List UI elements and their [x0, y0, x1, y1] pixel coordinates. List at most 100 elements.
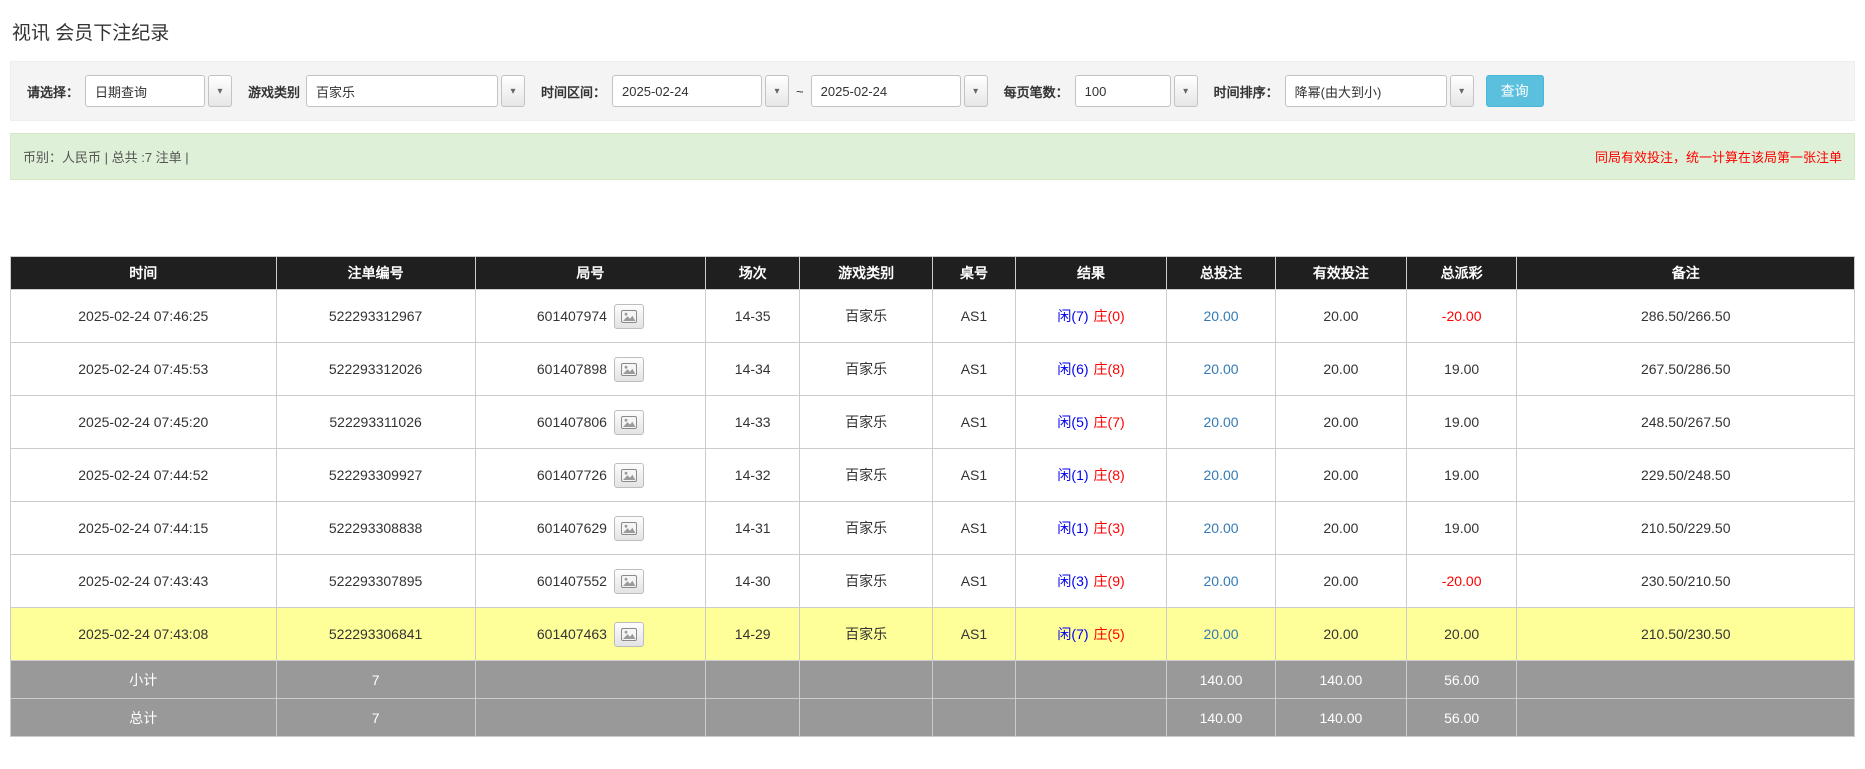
date-to-picker: ▾	[811, 75, 988, 107]
cell-note: 248.50/267.50	[1517, 396, 1855, 449]
cell-payout: 20.00	[1406, 608, 1517, 661]
game-type-combobox: ▾	[306, 75, 525, 107]
cell-round: 601407974	[475, 290, 706, 343]
total-bet-link[interactable]: 20.00	[1204, 467, 1239, 483]
page-title: 视讯 会员下注纪录	[12, 18, 1855, 45]
summary-cell	[1517, 661, 1855, 699]
summary-cell: 140.00	[1167, 661, 1276, 699]
chevron-down-icon[interactable]: ▾	[1174, 75, 1198, 107]
total-bet-link[interactable]: 20.00	[1204, 520, 1239, 536]
total-bet-link[interactable]: 20.00	[1204, 361, 1239, 377]
cell-game-type: 百家乐	[800, 608, 933, 661]
cell-game-type: 百家乐	[800, 343, 933, 396]
cell-bet-id: 522293309927	[276, 449, 475, 502]
cell-table-number: AS1	[932, 396, 1015, 449]
summary-cell	[706, 699, 800, 737]
cell-result: 闲(7)庄(5)	[1015, 608, 1166, 661]
cell-total-bet: 20.00	[1167, 290, 1276, 343]
cell-time: 2025-02-24 07:45:20	[11, 396, 277, 449]
cell-round: 601407898	[475, 343, 706, 396]
page-size-input[interactable]	[1075, 75, 1171, 107]
range-separator: ~	[796, 84, 804, 99]
date-from-input[interactable]	[612, 75, 762, 107]
round-number: 601407629	[537, 520, 607, 536]
column-header: 结果	[1015, 257, 1166, 290]
cell-note: 286.50/266.50	[1517, 290, 1855, 343]
result-player: 闲(5)	[1057, 414, 1088, 430]
chevron-down-icon[interactable]: ▾	[208, 75, 232, 107]
cell-valid-bet: 20.00	[1275, 555, 1406, 608]
summary-cell	[475, 661, 706, 699]
summary-cell	[475, 699, 706, 737]
summary-row-label: 总计	[11, 699, 277, 737]
summary-row-label: 小计	[11, 661, 277, 699]
chevron-down-icon[interactable]: ▾	[964, 75, 988, 107]
cell-session: 14-35	[706, 290, 800, 343]
video-icon[interactable]	[614, 410, 644, 435]
page-size-combobox: ▾	[1075, 75, 1198, 107]
summary-cell	[932, 699, 1015, 737]
cell-round: 601407629	[475, 502, 706, 555]
cell-valid-bet: 20.00	[1275, 343, 1406, 396]
summary-cell: 56.00	[1406, 699, 1517, 737]
total-bet-link[interactable]: 20.00	[1204, 626, 1239, 642]
chevron-down-icon[interactable]: ▾	[765, 75, 789, 107]
column-header: 场次	[706, 257, 800, 290]
cell-total-bet: 20.00	[1167, 608, 1276, 661]
query-type-combobox: ▾	[85, 75, 232, 107]
result-player: 闲(1)	[1057, 467, 1088, 483]
round-number: 601407974	[537, 308, 607, 324]
game-type-input[interactable]	[306, 75, 498, 107]
cell-table-number: AS1	[932, 290, 1015, 343]
cell-payout: -20.00	[1406, 290, 1517, 343]
column-header: 局号	[475, 257, 706, 290]
page-size-label: 每页笔数：	[1004, 82, 1069, 101]
result-banker: 庄(8)	[1094, 467, 1125, 483]
cell-total-bet: 20.00	[1167, 555, 1276, 608]
cell-session: 14-31	[706, 502, 800, 555]
summary-cell: 140.00	[1167, 699, 1276, 737]
summary-cell	[800, 699, 933, 737]
chevron-down-icon[interactable]: ▾	[501, 75, 525, 107]
time-sort-input[interactable]	[1285, 75, 1447, 107]
search-button[interactable]: 查询	[1486, 75, 1544, 107]
chevron-down-icon[interactable]: ▾	[1450, 75, 1474, 107]
total-bet-link[interactable]: 20.00	[1204, 414, 1239, 430]
round-number: 601407463	[537, 626, 607, 642]
column-header: 注单编号	[276, 257, 475, 290]
video-icon[interactable]	[614, 304, 644, 329]
cell-bet-id: 522293312026	[276, 343, 475, 396]
cell-game-type: 百家乐	[800, 396, 933, 449]
total-bet-link[interactable]: 20.00	[1204, 573, 1239, 589]
summary-row: 小计7140.00140.0056.00	[11, 661, 1855, 699]
cell-note: 267.50/286.50	[1517, 343, 1855, 396]
summary-cell: 7	[276, 699, 475, 737]
cell-game-type: 百家乐	[800, 290, 933, 343]
video-icon[interactable]	[614, 622, 644, 647]
cell-time: 2025-02-24 07:44:15	[11, 502, 277, 555]
video-icon[interactable]	[614, 516, 644, 541]
cell-valid-bet: 20.00	[1275, 449, 1406, 502]
column-header: 游戏类别	[800, 257, 933, 290]
cell-payout: 19.00	[1406, 449, 1517, 502]
total-bet-link[interactable]: 20.00	[1204, 308, 1239, 324]
column-header: 时间	[11, 257, 277, 290]
date-to-input[interactable]	[811, 75, 961, 107]
result-banker: 庄(7)	[1094, 414, 1125, 430]
date-from-picker: ▾	[612, 75, 789, 107]
cell-note: 210.50/230.50	[1517, 608, 1855, 661]
table-row: 2025-02-24 07:45:20 522293311026 6014078…	[11, 396, 1855, 449]
video-icon[interactable]	[614, 569, 644, 594]
video-icon[interactable]	[614, 463, 644, 488]
cell-bet-id: 522293307895	[276, 555, 475, 608]
result-banker: 庄(8)	[1094, 361, 1125, 377]
summary-cell	[1517, 699, 1855, 737]
table-row: 2025-02-24 07:43:08 522293306841 6014074…	[11, 608, 1855, 661]
query-type-input[interactable]	[85, 75, 205, 107]
cell-result: 闲(7)庄(0)	[1015, 290, 1166, 343]
cell-session: 14-32	[706, 449, 800, 502]
cell-game-type: 百家乐	[800, 555, 933, 608]
cell-game-type: 百家乐	[800, 502, 933, 555]
currency-summary: 币别：人民币 | 总共 :7 注单 |	[23, 147, 189, 166]
video-icon[interactable]	[614, 357, 644, 382]
